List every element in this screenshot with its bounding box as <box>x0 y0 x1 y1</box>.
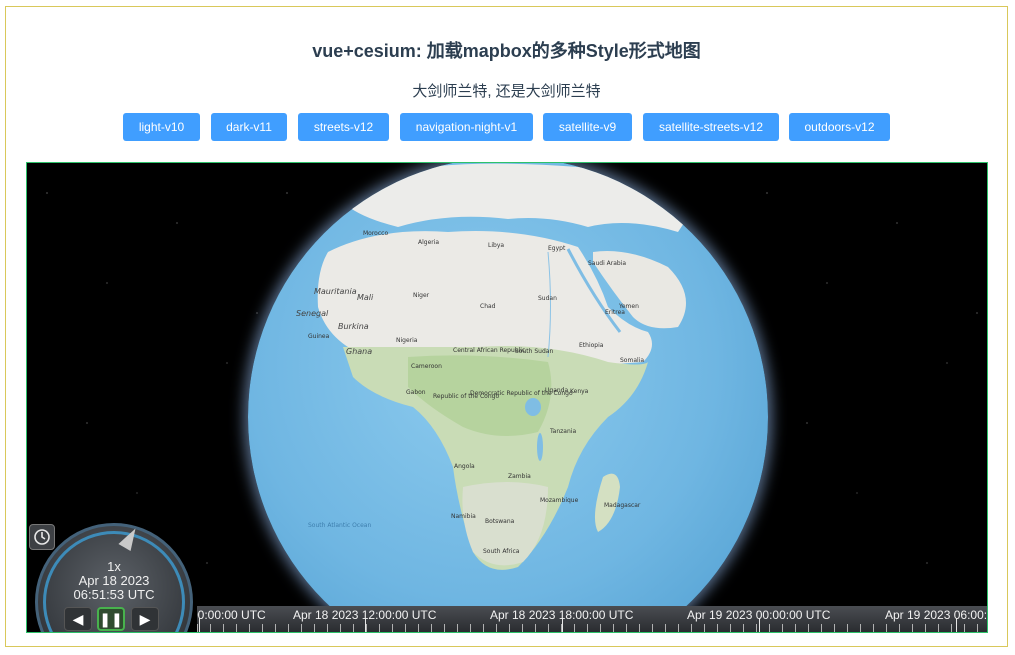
map-label-ethiopia: Ethiopia <box>579 342 604 349</box>
play-icon: ▶ <box>139 610 151 627</box>
style-button-dark-v11[interactable]: dark-v11 <box>211 113 287 141</box>
map-label-mauritania: Mauritania <box>314 287 357 296</box>
map-label-egypt: Egypt <box>548 245 566 252</box>
map-label-senegal: Senegal <box>296 309 329 318</box>
map-label-libya: Libya <box>488 242 505 249</box>
timeline-label: 00:00:00 UTC <box>197 608 266 622</box>
pause-button[interactable]: ❚❚ <box>97 607 125 631</box>
map-label-mali: Mali <box>357 293 374 302</box>
style-button-row: light-v10 dark-v11 streets-v12 navigatio… <box>0 113 1015 141</box>
map-label-tanzania: Tanzania <box>550 428 577 435</box>
map-label-south-sudan: South Sudan <box>515 348 554 355</box>
map-label-yemen: Yemen <box>619 303 639 310</box>
map-label-eritrea: Eritrea <box>605 309 625 316</box>
map-label-algeria: Algeria <box>418 239 440 246</box>
map-label-angola: Angola <box>454 463 475 470</box>
map-label-guinea: Guinea <box>308 333 330 340</box>
map-label-zambia: Zambia <box>508 473 531 480</box>
style-button-satellite-v9[interactable]: satellite-v9 <box>543 113 632 141</box>
map-label-south-atlantic: South Atlantic Ocean <box>308 522 372 529</box>
map-label-uganda: Uganda <box>545 387 569 394</box>
map-label-cameroon: Cameroon <box>411 363 442 370</box>
animation-time: 06:51:53 UTC <box>73 587 155 602</box>
map-label-sudan: Sudan <box>538 295 557 302</box>
page-subtitle: 大剑师兰特, 还是大剑师兰特 <box>412 83 601 100</box>
map-label-morocco: Morocco <box>363 230 389 237</box>
animation-widget: 1x Apr 18 2023 06:51:53 UTC ◀ ❚❚ ▶ <box>31 523 196 632</box>
map-label-chad: Chad <box>480 303 496 310</box>
timeline-ticks <box>197 624 987 632</box>
map-label-namibia: Namibia <box>451 513 476 520</box>
map-label-madagascar: Madagascar <box>604 502 641 509</box>
timeline-label: Apr 19 2023 06:00:00 UTC <box>885 608 987 622</box>
map-label-nigeria: Nigeria <box>396 337 418 344</box>
map-label-ghana: Ghana <box>346 347 373 356</box>
style-button-outdoors-v12[interactable]: outdoors-v12 <box>789 113 890 141</box>
style-button-satellite-streets-v12[interactable]: satellite-streets-v12 <box>643 113 779 141</box>
style-button-light-v10[interactable]: light-v10 <box>123 113 200 141</box>
africa-landmass <box>317 163 688 570</box>
animation-speed: 1x <box>107 559 121 574</box>
map-label-somalia: Somalia <box>620 357 645 364</box>
timeline[interactable]: 00:00:00 UTC Apr 18 2023 12:00:00 UTC Ap… <box>197 606 987 632</box>
play-button[interactable]: ▶ <box>131 607 159 631</box>
page-title: vue+cesium: 加载mapbox的多种Style形式地图 <box>312 41 701 61</box>
timeline-label: Apr 18 2023 18:00:00 UTC <box>490 608 634 622</box>
map-label-gabon: Gabon <box>406 389 426 396</box>
globe[interactable]: Morocco Algeria Libya Egypt Saudi Arabia… <box>248 163 768 632</box>
timeline-label: Apr 18 2023 12:00:00 UTC <box>293 608 437 622</box>
timeline-label: Apr 19 2023 00:00:00 UTC <box>687 608 831 622</box>
play-reverse-button[interactable]: ◀ <box>64 607 92 631</box>
animation-date: Apr 18 2023 <box>78 573 150 588</box>
map-label-niger: Niger <box>413 292 430 299</box>
cesium-viewer[interactable]: Morocco Algeria Libya Egypt Saudi Arabia… <box>26 162 988 633</box>
pause-icon: ❚❚ <box>99 610 123 627</box>
map-label-kenya: Kenya <box>570 388 589 395</box>
map-label-south-africa: South Africa <box>483 548 520 555</box>
style-button-navigation-night-v1[interactable]: navigation-night-v1 <box>400 113 533 141</box>
map-label-mozambique: Mozambique <box>540 497 579 504</box>
map-label-burkina: Burkina <box>338 322 369 331</box>
style-button-streets-v12[interactable]: streets-v12 <box>298 113 389 141</box>
map-label-botswana: Botswana <box>485 518 515 525</box>
map-label-saudi-arabia: Saudi Arabia <box>588 260 627 267</box>
play-reverse-icon: ◀ <box>72 610 84 627</box>
